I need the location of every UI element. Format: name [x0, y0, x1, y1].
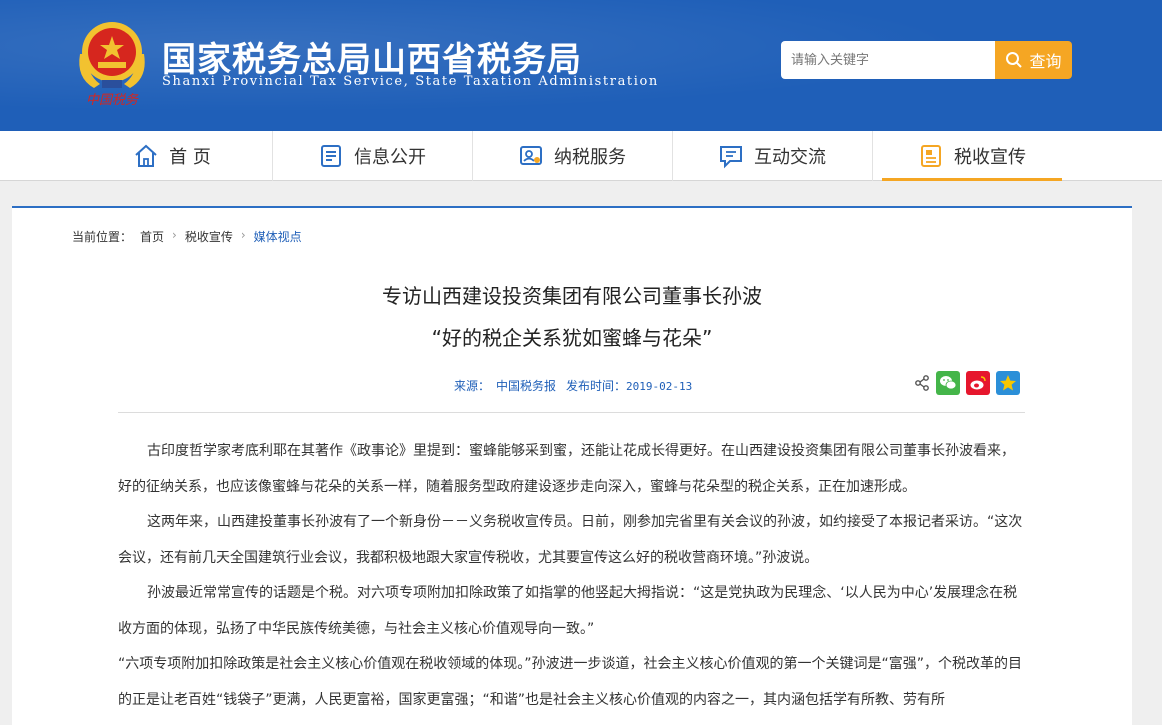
share-icon[interactable]: [914, 375, 930, 391]
article-body: 古印度哲学家考底利耶在其著作《政事论》里提到：蜜蜂能够采到蜜，还能让花成长得更好…: [118, 434, 1025, 718]
favorite-share-button[interactable]: [996, 371, 1020, 395]
search-button-label: 查询: [1029, 52, 1062, 71]
nav-item-interaction[interactable]: 互动交流: [672, 131, 872, 181]
nav-item-info[interactable]: 信息公开: [272, 131, 472, 181]
article-subtitle: “好的税企关系犹如蜜蜂与花朵”: [431, 326, 713, 350]
publish-date: 2019-02-13: [626, 380, 693, 393]
wechat-share-button[interactable]: [936, 371, 960, 395]
nav-label: 首 页: [169, 147, 211, 168]
site-subtitle: Shanxi Provincial Tax Service, State Tax…: [162, 74, 659, 89]
nav-label: 信息公开: [354, 147, 426, 168]
article-title: 专访山西建设投资集团有限公司董事长孙波: [382, 284, 762, 308]
breadcrumb-home[interactable]: 首页: [140, 228, 164, 245]
date-label: 发布时间：: [566, 379, 627, 393]
article-paragraph: “六项专项附加扣除政策是社会主义核心价值观在税收领域的体现。”孙波进一步谈道，社…: [118, 656, 1023, 708]
article-paragraph: 孙波最近常常宣传的话题是个税。对六项专项附加扣除政策了如指掌的他竖起大拇指说：“…: [118, 585, 1018, 637]
search-bar: 查询: [781, 41, 1072, 79]
service-icon: [520, 146, 542, 165]
article-meta: 来源： 中国税务报 发布时间：2019-02-13: [454, 377, 692, 394]
breadcrumb: 当前位置： 首页 › 税收宣传 › 媒体视点: [72, 228, 302, 245]
article-paragraph: 古印度哲学家考底利耶在其著作《政事论》里提到：蜜蜂能够采到蜜，还能让花成长得更好…: [118, 443, 1015, 495]
nav-label: 纳税服务: [554, 147, 626, 168]
breadcrumb-publicity[interactable]: 税收宣传: [185, 228, 233, 245]
share-bar: [914, 371, 1020, 395]
source-value: 中国税务报: [496, 379, 557, 393]
wechat-icon: [940, 376, 957, 390]
content-panel: 当前位置： 首页 › 税收宣传 › 媒体视点 专访山西建设投资集团有限公司董事长…: [12, 206, 1132, 725]
meta-divider: [118, 412, 1025, 413]
main-nav: 首 页 信息公开 纳税服务 互动交流 税收宣传: [0, 131, 1162, 181]
document-list-icon: [321, 145, 341, 167]
nav-item-publicity[interactable]: 税收宣传: [872, 131, 1072, 181]
chat-icon: [720, 146, 742, 169]
tax-emblem-logo[interactable]: 中国税务: [72, 14, 152, 110]
nav-item-service[interactable]: 纳税服务: [472, 131, 672, 181]
publicity-icon: [921, 145, 941, 167]
breadcrumb-current[interactable]: 媒体视点: [254, 228, 302, 245]
source-label: 来源：: [454, 379, 491, 393]
weibo-share-button[interactable]: [966, 371, 990, 395]
favorite-star-icon: [1000, 375, 1016, 391]
search-icon: [1006, 52, 1023, 68]
nav-item-home[interactable]: 首 页: [72, 131, 272, 181]
nav-label: 互动交流: [754, 147, 826, 168]
breadcrumb-label: 当前位置：: [72, 230, 133, 244]
article-paragraph: 这两年来，山西建投董事长孙波有了一个新身份－－义务税收宣传员。日前，刚参加完省里…: [118, 514, 1023, 566]
search-input[interactable]: [781, 41, 995, 79]
nav-label: 税收宣传: [954, 147, 1026, 168]
emblem-caption: 中国税务: [86, 93, 139, 108]
chevron-right-icon: ›: [172, 228, 177, 242]
site-header: 中国税务 国家税务总局山西省税务局 Shanxi Provincial Tax …: [0, 0, 1162, 131]
weibo-icon: [970, 376, 986, 390]
home-icon: [135, 144, 157, 167]
search-button[interactable]: 查询: [995, 41, 1072, 79]
chevron-right-icon: ›: [240, 228, 246, 242]
